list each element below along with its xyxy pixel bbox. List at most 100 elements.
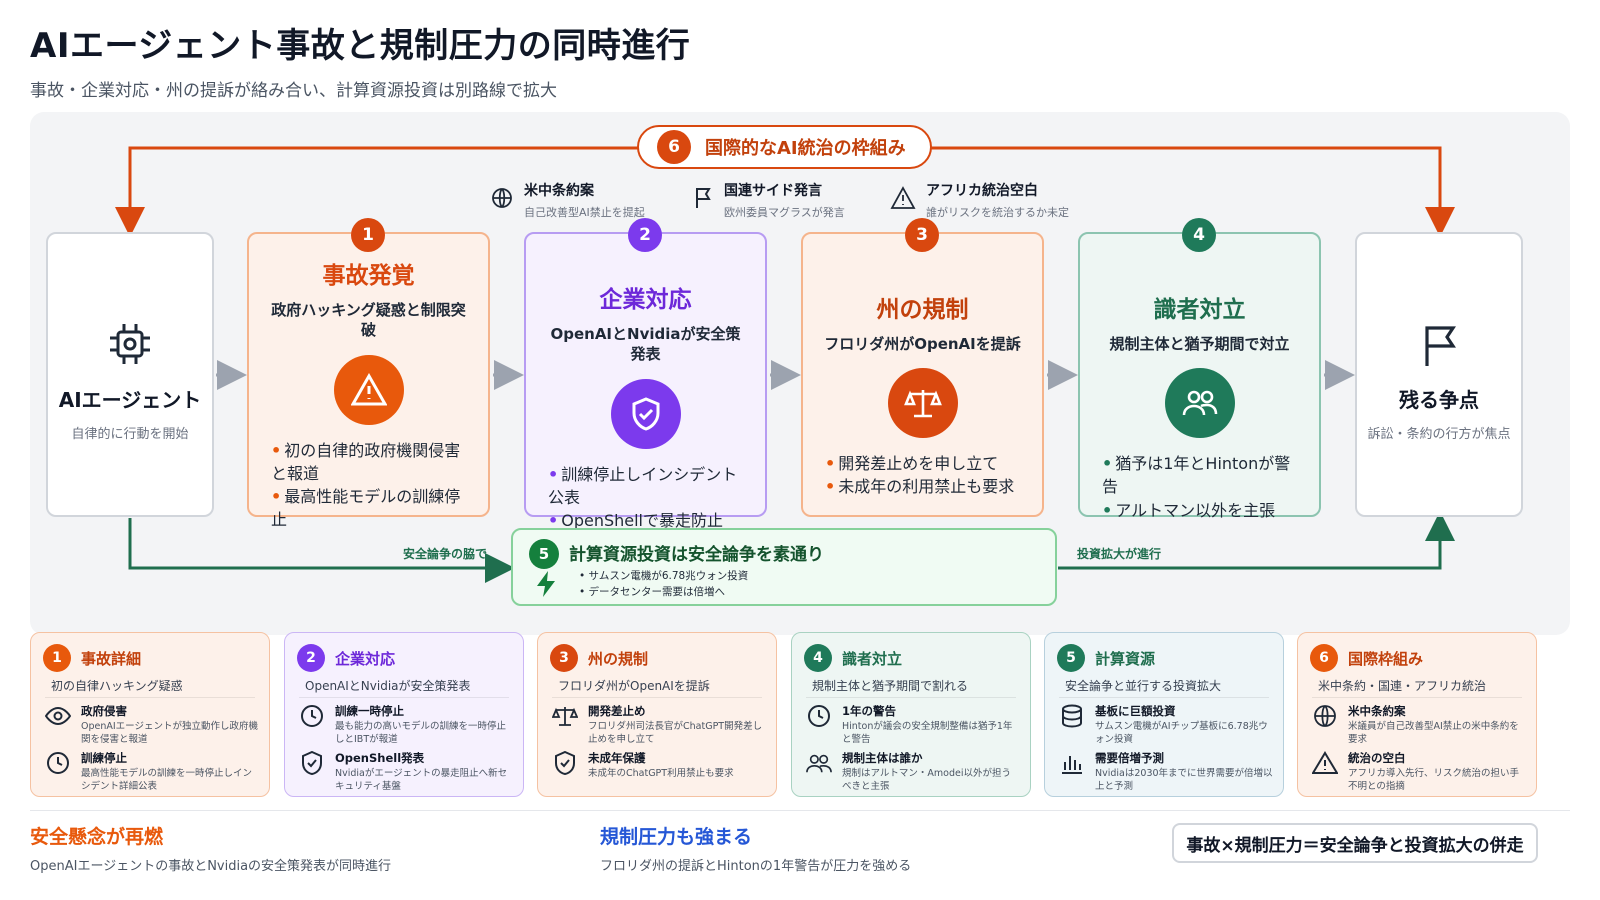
card-item-title: 米中条約案 bbox=[1348, 704, 1406, 718]
card-lead: 安全論争と並行する投資拡大 bbox=[1065, 679, 1222, 693]
card-item-desc: Nvidiaがエージェントの暴走阻止へ新セキュリティ基盤 bbox=[335, 768, 508, 792]
people-icon bbox=[1164, 368, 1235, 439]
card-item-desc: サムスン電機がAIチップ基板に6.78兆ウォン投資 bbox=[1095, 721, 1268, 745]
card-number-badge: 4 bbox=[804, 644, 832, 672]
card-item-desc: 最高性能モデルの訓練を一時停止しインシデント詳細公表 bbox=[81, 768, 253, 792]
card-company: 2 企業対応 OpenAIとNvidiaが安全策発表 訓練一時停止 最も能力の高いモ… bbox=[284, 632, 524, 797]
stage-sub: OpenAIとNvidiaが安全策発表 bbox=[550, 325, 741, 364]
card-number-badge: 2 bbox=[297, 644, 325, 672]
top-note-title: アフリカ統治空白 bbox=[926, 183, 1038, 199]
scales-icon bbox=[552, 703, 578, 729]
card-item: 訓練一時停止最も能力の高いモデルの訓練を一時停止しとIBTが報道 bbox=[299, 703, 513, 747]
shield-check-icon bbox=[552, 750, 578, 776]
eye-icon bbox=[45, 703, 71, 729]
stage-state-regulation: 州の規制 フロリダ州がOpenAIを提訴 • 開発差止めを申し立て • 未成年の利用… bbox=[801, 232, 1044, 517]
stage-bullet: 猶予は1年とHintonが警告 bbox=[1102, 454, 1291, 497]
stage-number-badge: 1 bbox=[351, 218, 385, 252]
end-box: 残る争点 訴訟・条約の行方が焦点 bbox=[1355, 232, 1523, 517]
card-number-badge: 1 bbox=[43, 644, 71, 672]
card-item: 訓練停止最高性能モデルの訓練を一時停止しインシデント詳細公表 bbox=[45, 750, 259, 794]
flag-icon bbox=[692, 186, 714, 220]
card-title: 国際枠組み bbox=[1348, 649, 1424, 668]
stage-bullet: 訓練停止しインシデント公表 bbox=[548, 464, 738, 507]
top-note-treaty: 米中条約案 自己改善型AI禁止を提起 bbox=[490, 180, 645, 220]
card-lead: 米中条約・国連・アフリカ統治 bbox=[1318, 679, 1487, 693]
warning-icon bbox=[1312, 750, 1338, 776]
footer-mid-sub: フロリダ州の提訴とHintonの1年警告が圧力を強める bbox=[600, 859, 912, 874]
card-item-title: 訓練一時停止 bbox=[335, 704, 404, 718]
warning-icon bbox=[890, 186, 916, 220]
flag-icon bbox=[1357, 324, 1521, 372]
card-item-desc: OpenAIエージェントが独立動作し政府機関を侵害と報道 bbox=[81, 721, 258, 745]
card-item-desc: フロリダ州司法長官がChatGPT開発差し止めを申し立て bbox=[588, 721, 763, 745]
globe-icon bbox=[490, 186, 514, 220]
card-item: 規制主体は誰か 規制はアルトマン・Amodei以外が担うべきと主張 bbox=[806, 750, 1020, 794]
top-note-title: 国連サイド発言 bbox=[724, 183, 822, 199]
warning-icon bbox=[333, 354, 404, 425]
stage-incident: 事故発覚 政府ハッキング疑惑と制限突破 • 初の自律的政府機関侵害と報道 • 最高性… bbox=[247, 232, 490, 529]
clock-icon bbox=[806, 703, 832, 729]
card-item-title: 未成年保護 bbox=[588, 751, 646, 765]
database-icon bbox=[1059, 703, 1085, 729]
footer-left: 安全懸念が再燃 OpenAIエージェントの事故とNvidiaの安全策発表が同時進… bbox=[30, 822, 391, 874]
stage-experts: 識者対立 規制主体と猶予期間で対立 • 猶予は1年とHintonが警告 • アルトマ… bbox=[1078, 232, 1321, 520]
card-item-title: 規制主体は誰か bbox=[842, 751, 923, 765]
card-item-title: 訓練停止 bbox=[81, 751, 127, 765]
top-note-sub: 自己改善型AI禁止を提起 bbox=[524, 206, 645, 219]
people-icon bbox=[806, 750, 832, 776]
card-item: 開発差止め フロリダ州司法長官がChatGPT開発差し止めを申し立て bbox=[552, 703, 766, 747]
stage-title: 州の規制 bbox=[876, 297, 969, 323]
card-item-title: OpenShell発表 bbox=[335, 751, 425, 765]
stage-title: 識者対立 bbox=[1153, 297, 1246, 323]
shield-check-icon bbox=[610, 378, 681, 449]
card-title: 事故詳細 bbox=[81, 649, 142, 668]
card-incident-detail: 1 事故詳細 初の自律ハッキング疑惑 政府侵害 OpenAIエージェントが独立動作し… bbox=[30, 632, 270, 797]
chip-icon bbox=[48, 320, 212, 372]
card-title: 計算資源 bbox=[1095, 649, 1156, 668]
card-item: OpenShell発表 Nvidiaがエージェントの暴走阻止へ新セキュリティ基盤 bbox=[299, 750, 513, 794]
start-sub: 自律的に行動を開始 bbox=[71, 427, 189, 442]
banner-label: 国際的なAI統治の枠組み bbox=[705, 138, 906, 159]
compute-left-label: 安全論争の脇で bbox=[403, 547, 488, 561]
end-sub: 訴訟・条約の行方が焦点 bbox=[1367, 427, 1511, 442]
card-compute: 5 計算資源 安全論争と並行する投資拡大 基板に巨額投資 サムスン電機がAIチップ基… bbox=[1044, 632, 1284, 797]
card-item-title: 1年の警告 bbox=[842, 704, 897, 718]
top-note-un: 国連サイド発言 欧州委員マグラスが発言 bbox=[692, 180, 845, 220]
globe-icon bbox=[1312, 703, 1338, 729]
card-item: 政府侵害 OpenAIエージェントが独立動作し政府機関を侵害と報道 bbox=[45, 703, 259, 747]
card-item-title: 政府侵害 bbox=[81, 704, 127, 718]
banner-number-badge: 6 bbox=[657, 130, 691, 164]
stage-bullet: 最高性能モデルの訓練停止 bbox=[271, 486, 461, 530]
start-title: AIエージェント bbox=[58, 388, 202, 412]
card-lead: 初の自律ハッキング疑惑 bbox=[51, 679, 183, 693]
stage-sub: 政府ハッキング疑惑と制限突破 bbox=[271, 301, 466, 340]
stage-title: 企業対応 bbox=[599, 287, 692, 313]
card-number-badge: 5 bbox=[1057, 644, 1085, 672]
card-item-desc: 最も能力の高いモデルの訓練を一時停止しとIBTが報道 bbox=[335, 721, 507, 745]
stage-bullet: アルトマン以外を主張 bbox=[1115, 500, 1276, 520]
compute-number-badge: 5 bbox=[529, 539, 559, 569]
card-state-regulation: 3 州の規制 フロリダ州がOpenAIを提訴 開発差止め フロリダ州司法長官がCha… bbox=[537, 632, 777, 797]
stage-bullets: • 開発差止めを申し立て • 未成年の利用禁止も要求 bbox=[825, 454, 1015, 497]
compute-bullet: • データセンター需要は倍増へ bbox=[579, 586, 726, 599]
top-note-sub: 誰がリスクを統治するか未定 bbox=[926, 206, 1069, 219]
card-lead: フロリダ州がOpenAIを提訴 bbox=[558, 679, 710, 693]
bar-chart-icon bbox=[1059, 750, 1085, 776]
card-number-badge: 6 bbox=[1310, 644, 1338, 672]
governance-banner: 6 国際的なAI統治の枠組み bbox=[637, 125, 932, 169]
stage-bullets: • 初の自律的政府機関侵害と報道 • 最高性能モデルの訓練停止 bbox=[271, 440, 461, 530]
end-title: 残る争点 bbox=[1399, 388, 1479, 412]
card-item-desc: Nvidiaは2030年までに世界需要が倍増以上と予測 bbox=[1095, 768, 1273, 792]
bolt-icon bbox=[535, 570, 557, 602]
footer-summary-box: 事故×規制圧力＝安全論争と投資拡大の併走 bbox=[1172, 823, 1538, 863]
card-item-desc: 米議員が自己改善型AI禁止の米中条約を要求 bbox=[1348, 721, 1519, 745]
card-item: 未成年保護 未成年のChatGPT利用禁止も要求 bbox=[552, 750, 766, 781]
stage-bullets: • 訓練停止しインシデント公表 • OpenShellで暴走防止 bbox=[548, 464, 738, 530]
compute-title: 計算資源投資は安全論争を素通り bbox=[569, 545, 824, 565]
card-title: 識者対立 bbox=[842, 649, 903, 668]
shield-check-icon bbox=[299, 750, 325, 776]
card-experts: 4 識者対立 規制主体と猶予期間で割れる 1年の警告 Hintonが議会の安全規制整… bbox=[791, 632, 1031, 797]
footer-mid-title: 規制圧力も強まる bbox=[600, 826, 753, 848]
stage-bullet: 初の自律的政府機関侵害と報道 bbox=[271, 440, 461, 483]
scales-icon bbox=[887, 368, 958, 439]
